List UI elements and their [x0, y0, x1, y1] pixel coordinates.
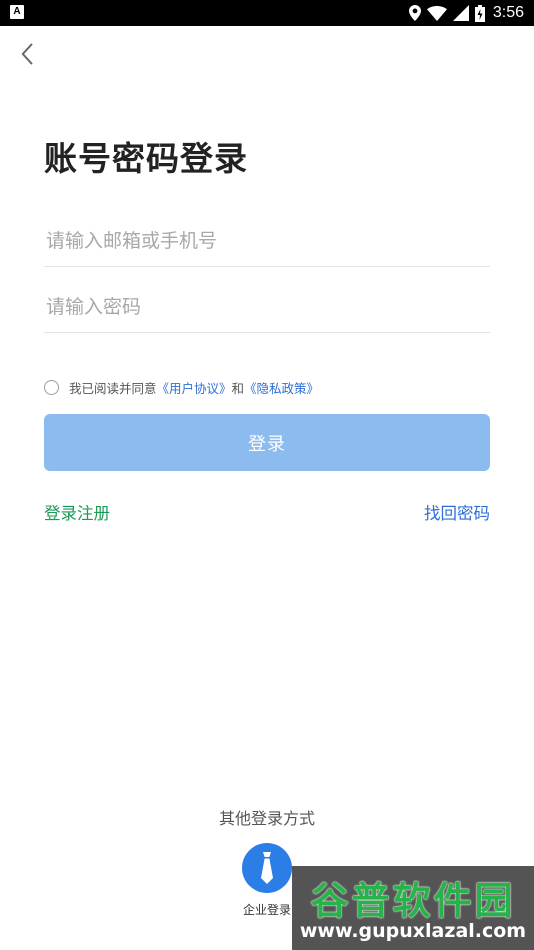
- watermark-title: 谷普软件园: [310, 879, 516, 923]
- page-title: 账号密码登录: [44, 139, 248, 178]
- enterprise-login-label: 企业登录: [242, 903, 291, 917]
- status-bar: A 3:56: [0, 0, 534, 26]
- login-button[interactable]: 登录: [44, 414, 490, 471]
- clock: 3:56: [492, 4, 524, 21]
- email-field: [44, 215, 490, 267]
- enterprise-login-button[interactable]: 企业登录: [238, 843, 296, 918]
- register-link[interactable]: 登录注册: [44, 500, 110, 524]
- privacy-policy-link[interactable]: 《隐私政策》: [244, 378, 319, 397]
- signal-icon: [452, 5, 469, 21]
- back-button[interactable]: [14, 40, 40, 68]
- other-login-title: 其他登录方式: [218, 809, 315, 828]
- agreement-conjunction: 和: [231, 380, 245, 396]
- forgot-password-link[interactable]: 找回密码: [424, 500, 490, 524]
- wifi-icon: [426, 5, 447, 21]
- chevron-left-icon: [21, 43, 33, 65]
- email-input[interactable]: [44, 215, 490, 266]
- user-agreement-link[interactable]: 《用户协议》: [157, 378, 232, 397]
- agreement-row: 我已阅读并同意 《用户协议》 和 《隐私政策》: [44, 377, 319, 397]
- location-icon: [408, 5, 421, 21]
- watermark: 谷普软件园 www.gupuxlazal.com: [292, 866, 534, 950]
- password-field: [44, 281, 490, 333]
- agreement-checkbox[interactable]: [44, 379, 59, 395]
- status-icons: 3:56: [408, 0, 524, 26]
- watermark-url: www.gupuxlazal.com: [299, 920, 527, 942]
- battery-icon: [474, 4, 485, 22]
- enterprise-icon-circle[interactable]: [242, 843, 292, 893]
- tie-icon: [261, 852, 273, 884]
- agreement-prefix: 我已阅读并同意: [69, 380, 157, 396]
- app-notification-icon: A: [10, 5, 24, 19]
- password-input[interactable]: [44, 281, 490, 332]
